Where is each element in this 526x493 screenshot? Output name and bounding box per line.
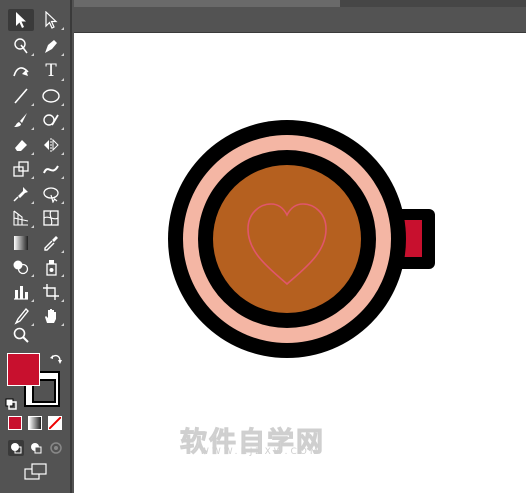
column-graph-tool-icon[interactable] — [8, 281, 34, 303]
hand-tool-icon[interactable] — [38, 305, 64, 327]
mesh-tool-icon[interactable] — [38, 207, 64, 229]
swap-fill-stroke-icon[interactable] — [49, 352, 63, 366]
gradient-tool-icon[interactable] — [8, 232, 34, 254]
draw-behind-icon[interactable] — [28, 440, 44, 456]
document-tab[interactable] — [74, 0, 340, 7]
tab-bar-background — [340, 0, 526, 7]
coffee-surface[interactable] — [213, 165, 361, 313]
paintbrush-tool-icon[interactable] — [8, 109, 34, 131]
gradient-mode-button[interactable] — [28, 416, 42, 430]
watermark-url: WWW.RJZXW.COM — [200, 447, 321, 457]
shape-builder-tool-icon[interactable] — [8, 256, 34, 278]
magic-wand-icon[interactable] — [8, 35, 34, 57]
none-mode-button[interactable] — [48, 416, 62, 430]
default-fill-stroke-icon[interactable] — [5, 395, 17, 410]
free-transform-tool-icon[interactable] — [38, 183, 64, 205]
color-mode-button[interactable] — [8, 416, 22, 430]
eyedropper-tool-icon[interactable] — [38, 232, 64, 254]
fill-color-swatch[interactable] — [7, 353, 40, 386]
perspective-grid-tool-icon[interactable] — [8, 207, 34, 229]
scale-tool-icon[interactable] — [8, 158, 34, 180]
reflect-tool-icon[interactable] — [38, 134, 64, 156]
draw-inside-icon[interactable] — [48, 440, 64, 456]
width-tool-icon[interactable] — [38, 158, 64, 180]
shaper-tool-icon[interactable] — [38, 109, 64, 131]
eraser-tool-icon[interactable] — [8, 134, 34, 156]
ellipse-tool-icon[interactable] — [38, 85, 64, 107]
draw-normal-icon[interactable] — [8, 440, 24, 456]
symbol-sprayer-tool-icon[interactable] — [38, 256, 64, 278]
line-segment-tool-icon[interactable] — [8, 85, 34, 107]
screen-mode-icon[interactable] — [24, 463, 48, 481]
zoom-tool-icon[interactable] — [8, 324, 34, 346]
curvature-tool-icon[interactable] — [8, 60, 34, 82]
document-tab-bar — [74, 0, 526, 33]
type-tool-icon[interactable]: T — [38, 60, 64, 82]
artboard-tool-icon[interactable] — [38, 281, 64, 303]
selection-tool-icon[interactable] — [8, 9, 34, 31]
pen-tool-icon[interactable] — [38, 35, 64, 57]
direct-selection-tool-icon[interactable] — [38, 9, 64, 31]
puppet-warp-tool-icon[interactable] — [8, 183, 34, 205]
mug-handle-red-insert[interactable] — [404, 220, 422, 257]
tools-panel: T — [0, 0, 72, 493]
